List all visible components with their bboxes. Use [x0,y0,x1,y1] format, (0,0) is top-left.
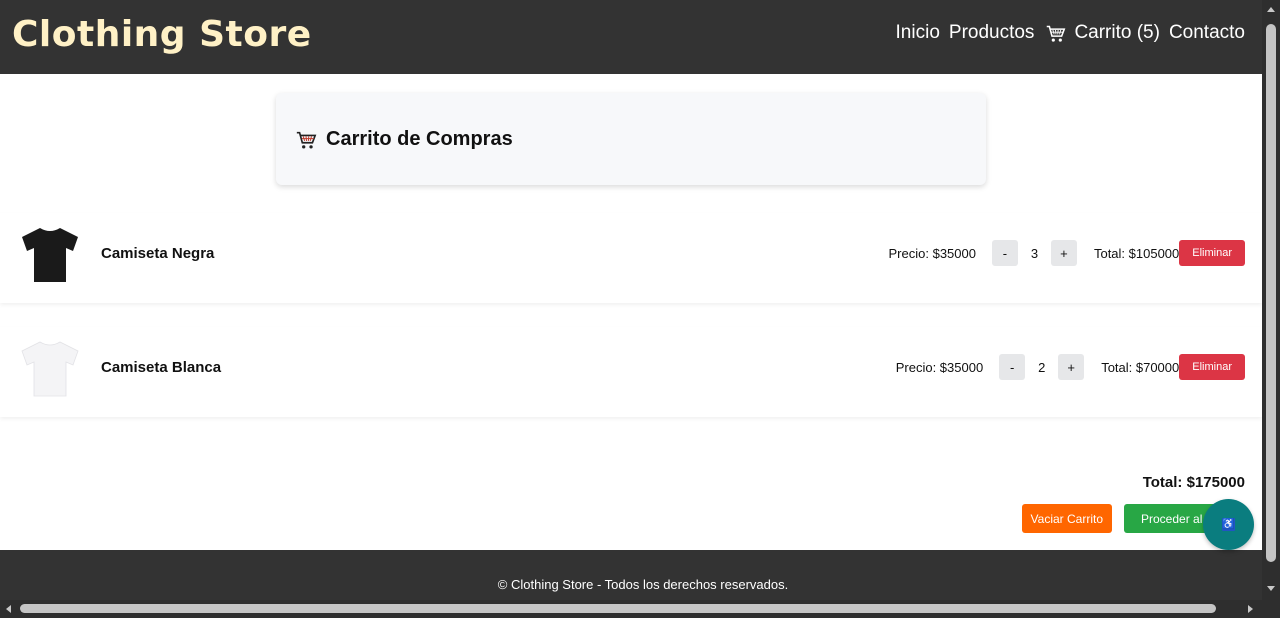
remove-item-button[interactable]: Eliminar [1179,354,1245,380]
item-total: Total: $105000 [1093,245,1180,261]
footer-copyright: © Clothing Store - Todos los derechos re… [497,577,789,592]
item-name: Camiseta Negra [101,245,215,262]
item-price: Precio: $35000 [895,359,984,375]
remove-item-button[interactable]: Eliminar [1179,240,1245,266]
scroll-down-arrow-icon[interactable] [1267,586,1275,591]
main-nav: Inicio Productos Carrito (5) Contacto [887,22,1245,44]
decrease-quantity-button[interactable]: - [991,240,1018,266]
item-total: Total: $70000 [1101,359,1180,375]
grand-total: Total: $175000 [1142,474,1245,491]
horizontal-scrollbar[interactable] [0,600,1262,618]
site-footer: © Clothing Store - Todos los derechos re… [0,550,1262,600]
store-logo[interactable]: Clothing Store [12,14,312,55]
nav-carrito[interactable]: Carrito (5) [1045,22,1160,44]
decrease-quantity-button[interactable]: - [999,354,1026,380]
vertical-scrollbar[interactable] [1262,0,1280,600]
accessibility-button[interactable]: ♿ [1203,499,1254,550]
item-name: Camiseta Blanca [101,359,222,376]
increase-quantity-button[interactable]: + [1050,240,1077,266]
accessibility-icon: ♿ [1222,518,1235,531]
item-controls: Precio: $35000 - 2 + Total: $70000 Elimi… [896,354,1245,380]
tshirt-image [22,228,78,282]
increase-quantity-button[interactable]: + [1058,354,1085,380]
vertical-scroll-thumb[interactable] [1266,24,1276,562]
tshirt-image [21,341,79,397]
site-header: Clothing Store Inicio Productos Carrito … [0,0,1262,74]
cart-title-card: Carrito de Compras [276,93,986,185]
cart-icon [1047,25,1066,42]
scroll-left-arrow-icon[interactable] [6,605,11,613]
page: Clothing Store Inicio Productos Carrito … [0,0,1262,600]
nav-productos[interactable]: Productos [949,22,1035,44]
cart-item: Camiseta Negra Precio: $35000 - 3 + Tota… [0,213,1262,303]
item-quantity: 3 [1030,245,1039,261]
item-controls: Precio: $35000 - 3 + Total: $105000 Elim… [889,240,1245,266]
cart-title-text: Carrito de Compras [326,128,513,150]
scroll-up-arrow-icon[interactable] [1267,7,1275,12]
scrollbar-corner [1262,600,1280,618]
cart-icon [296,131,317,149]
cart-item: Camiseta Blanca Precio: $35000 - 2 + Tot… [0,327,1262,417]
cart-title: Carrito de Compras [294,128,513,151]
nav-carrito-label: Carrito (5) [1074,22,1160,43]
scroll-right-arrow-icon[interactable] [1248,605,1253,613]
horizontal-scroll-thumb[interactable] [20,604,1216,613]
empty-cart-button[interactable]: Vaciar Carrito [1021,504,1112,533]
nav-inicio[interactable]: Inicio [896,22,940,44]
item-price: Precio: $35000 [888,245,976,261]
nav-contacto[interactable]: Contacto [1169,22,1245,44]
item-quantity: 2 [1038,359,1046,375]
